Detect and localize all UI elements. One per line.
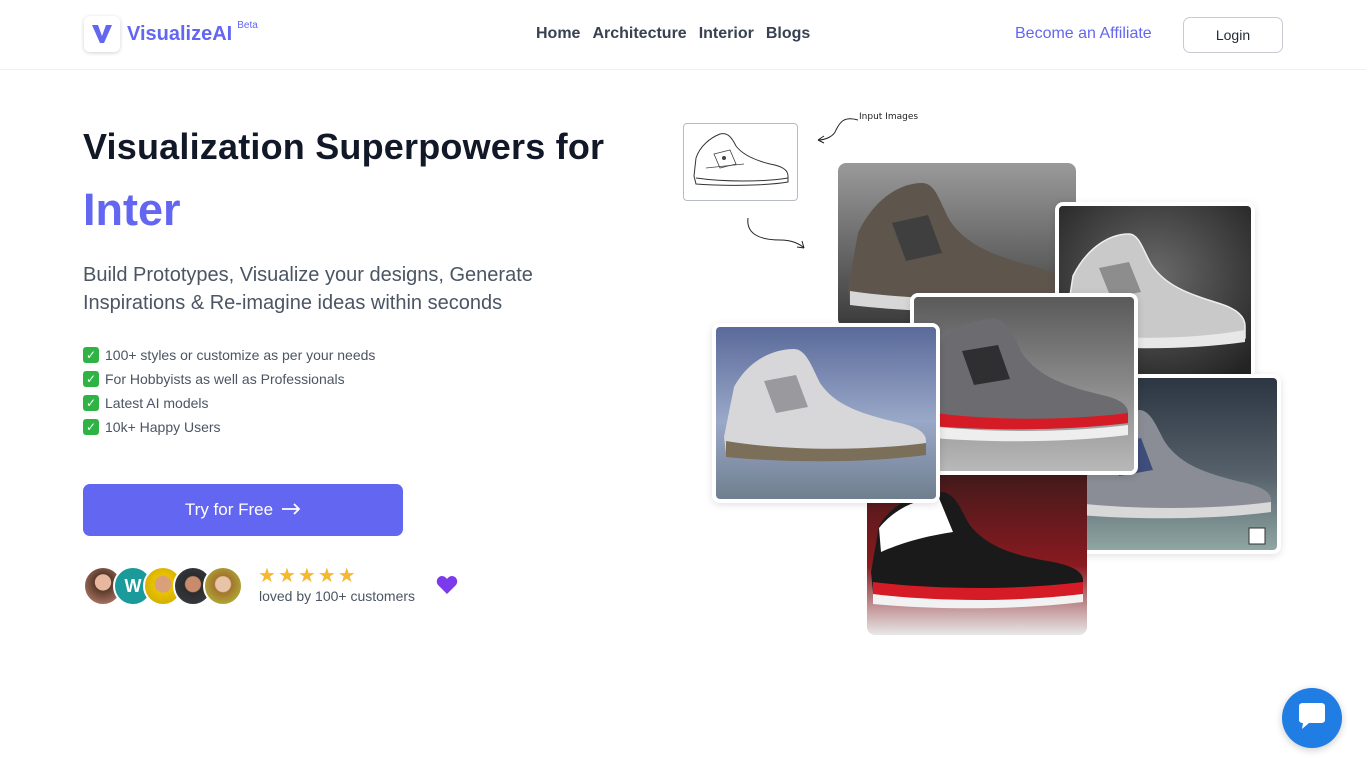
avatar-initial: W <box>124 575 142 596</box>
check-icon: ✓ <box>83 371 99 387</box>
login-button[interactable]: Login <box>1183 17 1283 53</box>
nav-interior[interactable]: Interior <box>699 25 754 43</box>
curved-arrow-icon <box>747 217 805 249</box>
generated-sneaker-image <box>712 323 940 503</box>
star-icon: ★ <box>317 565 336 587</box>
nav-home[interactable]: Home <box>536 25 580 43</box>
customer-avatars: W <box>83 566 243 606</box>
cta-label: Try for Free <box>184 500 274 519</box>
feature-text: Latest AI models <box>105 395 209 411</box>
feature-text: 100+ styles or customize as per your nee… <box>105 347 376 363</box>
feature-text: For Hobbyists as well as Professionals <box>105 371 345 387</box>
input-sketch-image <box>683 123 798 201</box>
feature-item: ✓ 100+ styles or customize as per your ne… <box>83 343 375 367</box>
hero-rotating-word: Inter <box>83 184 181 235</box>
brand-logo[interactable]: VisualizeAI Beta <box>84 16 258 52</box>
check-icon: ✓ <box>83 395 99 411</box>
check-icon: ✓ <box>83 419 99 435</box>
hero-headline: Visualization Superpowers for <box>83 126 605 167</box>
social-proof-text: loved by 100+ customers <box>259 588 416 604</box>
beta-badge: Beta <box>237 19 258 31</box>
logo-v-icon <box>84 16 120 52</box>
try-for-free-button[interactable]: Try for Free <box>83 484 403 536</box>
hero-subheadline: Build Prototypes, Visualize your designs… <box>83 264 533 314</box>
site-header: VisualizeAI Beta Home Architecture Inter… <box>0 0 1366 70</box>
star-icon: ★ <box>297 565 316 587</box>
brand-name: VisualizeAI <box>127 22 233 45</box>
nav-blogs[interactable]: Blogs <box>766 25 810 43</box>
chat-widget-button[interactable] <box>1282 688 1342 748</box>
affiliate-link[interactable]: Become an Affiliate <box>1015 25 1152 43</box>
curved-arrow-icon <box>817 118 859 144</box>
star-icon: ★ <box>277 565 296 587</box>
nav-architecture[interactable]: Architecture <box>592 25 686 43</box>
star-icon: ★ <box>258 565 276 587</box>
arrow-right-icon <box>281 500 301 520</box>
main-nav: Home Architecture Interior Blogs <box>536 25 810 43</box>
feature-item: ✓ Latest AI models <box>83 391 375 415</box>
rating-stars: ★ ★ ★ ★ ★ <box>258 563 356 588</box>
input-images-annotation: Input Images <box>859 112 919 122</box>
purple-heart-icon <box>436 575 458 600</box>
feature-text: 10k+ Happy Users <box>105 419 221 435</box>
star-icon: ★ <box>337 565 356 587</box>
generated-sneaker-image <box>910 293 1138 475</box>
chat-bubble-icon <box>1297 702 1327 735</box>
avatar <box>203 566 243 606</box>
feature-list: ✓ 100+ styles or customize as per your ne… <box>83 343 375 439</box>
feature-item: ✓ For Hobbyists as well as Professionals <box>83 367 375 391</box>
feature-item: ✓ 10k+ Happy Users <box>83 415 375 439</box>
check-icon: ✓ <box>83 347 99 363</box>
